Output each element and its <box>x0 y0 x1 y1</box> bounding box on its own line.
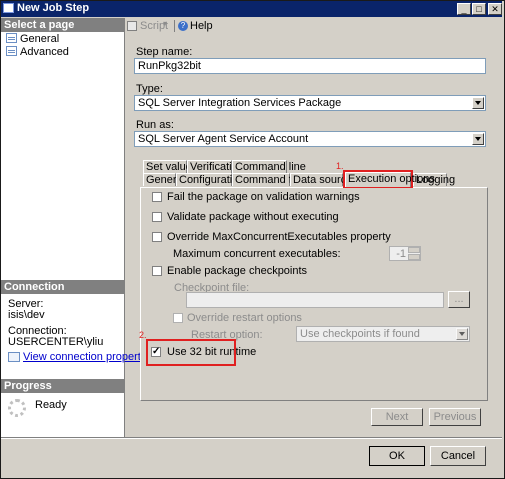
page-item-advanced[interactable]: Advanced <box>6 46 69 59</box>
chevron-down-icon[interactable] <box>456 328 468 340</box>
override-restart-checkbox[interactable] <box>173 313 183 323</box>
restart-option-select[interactable]: Use checkpoints if found <box>296 326 470 342</box>
script-icon <box>127 21 137 31</box>
checkpoint-file-field[interactable] <box>186 292 444 308</box>
override-restart-label: Override restart options <box>187 312 302 324</box>
annotation-marker-2: 2. <box>139 330 147 340</box>
page-icon <box>6 46 17 56</box>
close-button[interactable]: ✕ <box>488 3 502 15</box>
page-item-general[interactable]: General <box>6 33 59 46</box>
max-concurrent-label: Maximum concurrent executables: <box>173 248 341 260</box>
stepper-up-icon[interactable] <box>408 247 420 253</box>
view-connection-properties-link[interactable]: View connection properties <box>23 351 155 363</box>
enable-checkpoints-label: Enable package checkpoints <box>167 265 308 277</box>
run-as-select-value: SQL Server Agent Service Account <box>138 133 309 145</box>
tab-configurations[interactable]: Configurations <box>176 173 250 186</box>
run-as-select[interactable]: SQL Server Agent Service Account <box>134 131 486 147</box>
validate-without-exec-checkbox[interactable] <box>152 212 162 222</box>
help-icon: ? <box>178 21 188 31</box>
tab-execution-options[interactable]: Execution options <box>345 172 435 187</box>
maximize-button[interactable]: □ <box>472 3 486 15</box>
ok-button[interactable]: OK <box>369 446 425 466</box>
restart-option-value: Use checkpoints if found <box>300 328 420 340</box>
help-button[interactable]: Help <box>190 20 213 32</box>
page-item-label: Advanced <box>20 46 69 58</box>
override-max-checkbox[interactable] <box>152 232 162 242</box>
footer-separator-highlight <box>1 438 502 439</box>
browse-button[interactable]: ... <box>448 291 470 308</box>
chevron-down-icon[interactable] <box>472 97 484 109</box>
type-select-value: SQL Server Integration Services Package <box>138 97 342 109</box>
tab-data-sources[interactable]: Data sources <box>290 173 358 186</box>
window-title: New Job Step <box>17 2 90 14</box>
tab-verification[interactable]: Verification <box>187 160 244 173</box>
tab-general[interactable]: General <box>143 173 185 186</box>
tab-command-line[interactable]: Command line <box>232 160 306 173</box>
progress-spinner-icon <box>8 399 26 417</box>
step-name-label: Step name: <box>136 46 193 58</box>
properties-icon <box>8 352 20 362</box>
cancel-button[interactable]: Cancel <box>430 446 486 466</box>
progress-status: Ready <box>35 399 67 411</box>
script-dropdown-icon[interactable]: ▾ <box>163 19 167 28</box>
enable-checkpoints-checkbox[interactable] <box>152 266 162 276</box>
max-concurrent-value: -1 <box>396 248 406 260</box>
select-page-header: Select a page <box>1 18 124 32</box>
previous-button[interactable]: Previous <box>429 408 481 426</box>
toolbar-separator <box>174 20 175 32</box>
tab-command-files[interactable]: Command files <box>232 173 308 186</box>
page-icon <box>6 33 17 43</box>
server-value: isis\dev <box>8 309 45 321</box>
next-button[interactable]: Next <box>371 408 423 426</box>
validate-without-exec-label: Validate package without executing <box>167 211 339 223</box>
highlight-use-32bit <box>146 339 236 366</box>
stepper-down-icon[interactable] <box>408 254 420 260</box>
left-pane <box>1 18 125 437</box>
connection-value: USERCENTER\yliu <box>8 336 104 348</box>
page-item-label: General <box>20 33 60 45</box>
fail-on-warnings-checkbox[interactable] <box>152 192 162 202</box>
tab-set-values[interactable]: Set values <box>143 160 197 173</box>
type-select[interactable]: SQL Server Integration Services Package <box>134 95 486 111</box>
run-as-label: Run as: <box>136 119 174 131</box>
minimize-button[interactable]: _ <box>457 3 471 15</box>
chevron-down-icon[interactable] <box>472 133 484 145</box>
connection-header: Connection <box>1 280 124 294</box>
override-max-label: Override MaxConcurrentExecutables proper… <box>167 231 391 243</box>
step-name-field[interactable]: RunPkg32bit <box>134 58 486 74</box>
type-label: Type: <box>136 83 163 95</box>
progress-header: Progress <box>1 379 124 393</box>
window-icon <box>3 3 14 13</box>
fail-on-warnings-label: Fail the package on validation warnings <box>167 191 360 203</box>
annotation-marker-1: 1. <box>336 161 344 171</box>
